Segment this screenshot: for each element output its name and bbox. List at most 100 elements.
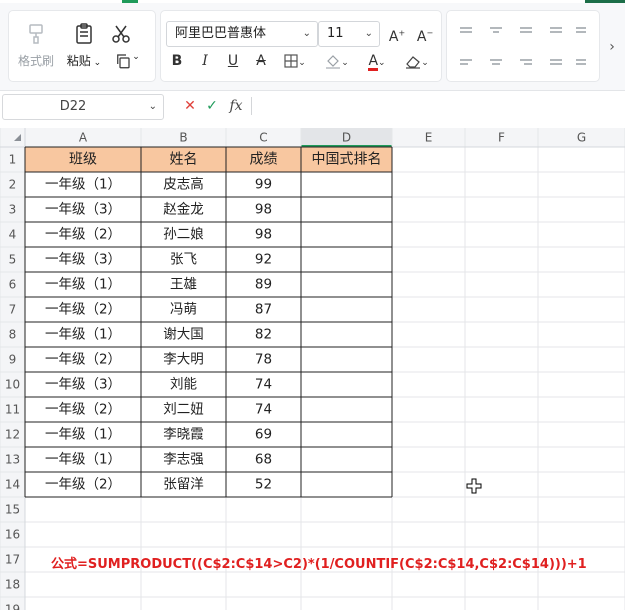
- row-header-label: 16: [5, 528, 20, 542]
- table-cell[interactable]: [301, 172, 392, 197]
- chevron-down-icon: ⌄: [148, 101, 157, 112]
- table-cell-value: 张飞: [170, 252, 197, 268]
- copy-button[interactable]: ⌄: [110, 52, 144, 73]
- table-cell-value: 92: [255, 252, 272, 268]
- active-tab-indicator: [122, 0, 138, 3]
- copy-icon: [117, 54, 130, 69]
- table-cell-value: 谢大国: [163, 327, 204, 343]
- row-header-label: 4: [9, 228, 17, 242]
- underline-button[interactable]: U: [222, 50, 244, 72]
- paste-button[interactable]: 粘贴 ⌄: [64, 22, 104, 69]
- table-cell[interactable]: [301, 472, 392, 497]
- formula-bar: ✕ ✓ fx: [172, 94, 624, 118]
- scissors-icon: [112, 25, 130, 43]
- table-cell[interactable]: [301, 322, 392, 347]
- insert-function-button[interactable]: fx: [226, 94, 246, 118]
- format-painter-icon: [29, 24, 43, 44]
- underline-icon: U: [227, 53, 239, 69]
- table-cell[interactable]: [301, 297, 392, 322]
- format-painter-label: 格式刷: [17, 54, 54, 68]
- paste-label: 粘贴: [66, 54, 91, 68]
- fill-color-button[interactable]: ⌄: [320, 50, 354, 72]
- border-button[interactable]: ⌄: [280, 50, 310, 72]
- formula-input[interactable]: [258, 94, 622, 118]
- paste-icon: [76, 23, 92, 44]
- table-cell-value: 82: [255, 327, 272, 343]
- format-painter-button[interactable]: 格式刷: [16, 22, 56, 69]
- name-box-value: D22: [59, 99, 87, 114]
- table-cell-value: 一年级（3）: [45, 202, 121, 218]
- column-header-label: F: [498, 131, 505, 145]
- row-header-label: 12: [5, 428, 20, 442]
- table-header-label: 中国式排名: [312, 152, 382, 168]
- table-cell[interactable]: [301, 372, 392, 397]
- table-cell-value: 一年级（2）: [45, 227, 121, 243]
- table-cell[interactable]: [301, 247, 392, 272]
- table-cell[interactable]: [301, 197, 392, 222]
- table-cell-value: 一年级（1）: [45, 277, 121, 293]
- eraser-icon: [406, 56, 421, 69]
- copy-dropdown-icon[interactable]: ⌄: [132, 52, 140, 62]
- table-cell-value: 一年级（2）: [45, 402, 121, 418]
- table-cell-value: 87: [255, 302, 272, 318]
- table-cell-value: 99: [255, 177, 272, 193]
- table-cell-value: 69: [255, 427, 272, 443]
- close-icon: ✕: [184, 98, 196, 114]
- row-header-label: 10: [5, 378, 20, 392]
- ribbon-scroll-right-button[interactable]: ›: [604, 36, 620, 58]
- formula-bar-divider: [251, 97, 252, 115]
- column-header-label: E: [425, 131, 433, 145]
- table-cell[interactable]: [301, 397, 392, 422]
- paste-dropdown-icon[interactable]: ⌄: [91, 58, 102, 68]
- table-header-label: 姓名: [170, 152, 198, 168]
- table-cell[interactable]: [301, 222, 392, 247]
- table-cell[interactable]: [301, 422, 392, 447]
- font-name-select[interactable]: 阿里巴巴普惠体 ⌄: [166, 21, 318, 47]
- row-header-label: 3: [9, 203, 17, 217]
- cell-cursor-icon: [466, 478, 482, 494]
- table-cell-value: 李志强: [163, 452, 204, 468]
- strikethrough-button[interactable]: A: [250, 50, 272, 72]
- row-header-label: 9: [9, 353, 17, 367]
- table-cell-value: 74: [255, 377, 272, 393]
- increase-font-size-button[interactable]: A+: [386, 22, 408, 45]
- table-cell-value: 刘能: [170, 377, 197, 393]
- table-cell-value: 89: [255, 277, 272, 293]
- table-cell-value: 一年级（1）: [45, 327, 121, 343]
- row-header-label: 8: [9, 328, 17, 342]
- clear-format-button[interactable]: ⌄: [400, 50, 434, 72]
- table-cell-value: 赵金龙: [163, 202, 204, 218]
- table-cell[interactable]: [301, 447, 392, 472]
- row-header-label: 13: [5, 453, 20, 467]
- name-box[interactable]: D22 ⌄: [2, 94, 164, 120]
- ribbon-toolbar: 格式刷 粘贴 ⌄ ⌄ 阿里巴巴普惠体 ⌄ 11 ⌄ A+ A− B I U A …: [0, 0, 625, 91]
- column-header-label: B: [179, 131, 187, 145]
- table-cell-value: 一年级（3）: [45, 252, 121, 268]
- chevron-down-icon: ⌄: [364, 28, 373, 39]
- font-increase-icon: A+: [388, 28, 406, 45]
- font-color-button[interactable]: A⌄: [360, 50, 394, 72]
- cancel-edit-button[interactable]: ✕: [180, 94, 200, 118]
- italic-button[interactable]: I: [194, 50, 216, 72]
- bold-button[interactable]: B: [166, 50, 188, 72]
- table-cell[interactable]: [301, 347, 392, 372]
- table-cell[interactable]: [301, 272, 392, 297]
- spreadsheet-grid[interactable]: A B C D E F G12345678910111213141516171819班级 姓名…: [0, 128, 625, 610]
- table-cell-value: 皮志高: [163, 176, 204, 193]
- cut-button[interactable]: [108, 22, 134, 46]
- font-size-select[interactable]: 11 ⌄: [318, 21, 380, 47]
- function-icon: fx: [229, 98, 243, 114]
- share-button-edge[interactable]: [585, 0, 625, 3]
- column-header-label: C: [259, 131, 267, 145]
- row-header-label: 11: [5, 403, 20, 417]
- table-cell-value: 98: [255, 227, 272, 243]
- confirm-edit-button[interactable]: ✓: [202, 94, 222, 118]
- italic-icon: I: [202, 53, 208, 69]
- table-cell-value: 一年级（2）: [45, 477, 121, 493]
- bold-icon: B: [171, 53, 183, 69]
- decrease-font-size-button[interactable]: A−: [414, 22, 436, 45]
- row-header-label: 5: [9, 253, 17, 267]
- table-cell-value: 冯萌: [170, 302, 197, 318]
- row-header-label: 2: [9, 178, 17, 192]
- table-cell-value: 刘二妞: [163, 402, 204, 418]
